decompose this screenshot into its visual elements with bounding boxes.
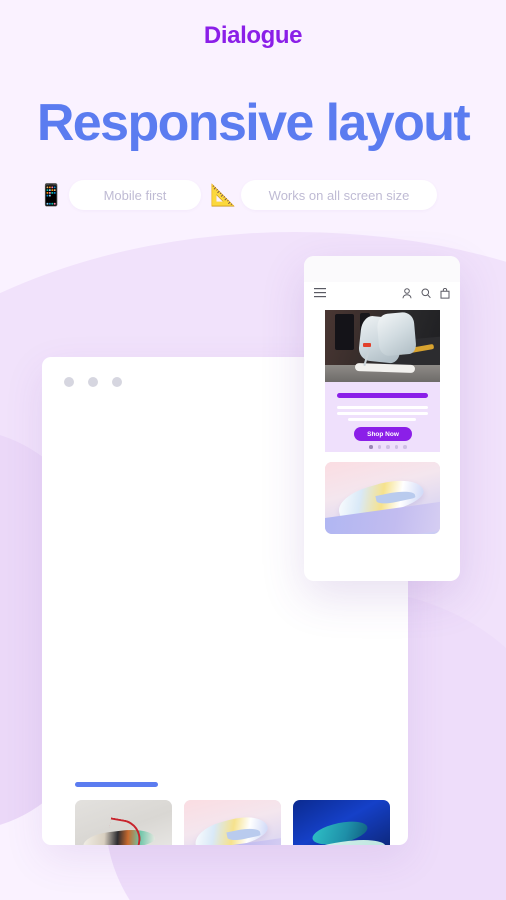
- promo-text-line: [337, 406, 428, 409]
- product-card[interactable]: [293, 800, 390, 845]
- phone-mockup: Shop Now: [304, 256, 460, 581]
- account-icon[interactable]: [402, 287, 412, 299]
- pager-dot[interactable]: [403, 445, 407, 449]
- shopping-bag-icon[interactable]: [440, 287, 450, 299]
- hamburger-menu-icon[interactable]: [314, 288, 326, 298]
- page-root: Dialogue Responsive layout 📱 Mobile firs…: [0, 0, 506, 900]
- product-thumbnail-pastel-shadow-sneaker: [184, 800, 281, 845]
- phone-promo-panel: Shop Now: [325, 382, 440, 452]
- pager-dot[interactable]: [377, 445, 381, 449]
- carousel-pager[interactable]: [369, 445, 407, 449]
- phone-status-bar: [304, 256, 460, 282]
- product-card[interactable]: [75, 800, 172, 845]
- section-accent-bar: [75, 782, 158, 787]
- feature-chip-group: 📱 Mobile first 📐 Works on all screen siz…: [38, 180, 437, 210]
- window-controls: [64, 377, 122, 387]
- window-dot-2[interactable]: [88, 377, 98, 387]
- phone-nav-bar: [304, 282, 460, 304]
- brand-logo: Dialogue: [203, 22, 303, 49]
- triangular-ruler-icon: 📐: [210, 183, 237, 207]
- feature-chip-all-screens[interactable]: Works on all screen size: [241, 180, 437, 210]
- promo-text-line: [337, 412, 428, 415]
- feature-chip-mobile-first[interactable]: Mobile first: [69, 180, 201, 210]
- product-card[interactable]: [184, 800, 281, 845]
- pager-dot[interactable]: [394, 445, 398, 449]
- product-thumbnail-blue-product-sneaker: [293, 800, 390, 845]
- phone-hero-image-street-hi-top-sneaker: [325, 310, 440, 382]
- pager-dot[interactable]: [386, 445, 390, 449]
- pager-dot[interactable]: [369, 445, 373, 449]
- mobile-phone-icon: 📱: [38, 183, 65, 207]
- window-dot-3[interactable]: [112, 377, 122, 387]
- page-title: Responsive layout: [36, 94, 471, 152]
- search-icon[interactable]: [421, 288, 431, 299]
- product-grid-top: [75, 800, 390, 845]
- product-thumbnail-multicolor-sneaker: [75, 800, 172, 845]
- window-dot-1[interactable]: [64, 377, 74, 387]
- phone-product-card-pastel-shadow-sneaker[interactable]: [325, 462, 440, 534]
- shop-now-button[interactable]: Shop Now: [354, 427, 412, 441]
- promo-heading-placeholder: [337, 393, 428, 398]
- phone-nav-actions: [402, 287, 450, 299]
- promo-text-line: [348, 418, 416, 421]
